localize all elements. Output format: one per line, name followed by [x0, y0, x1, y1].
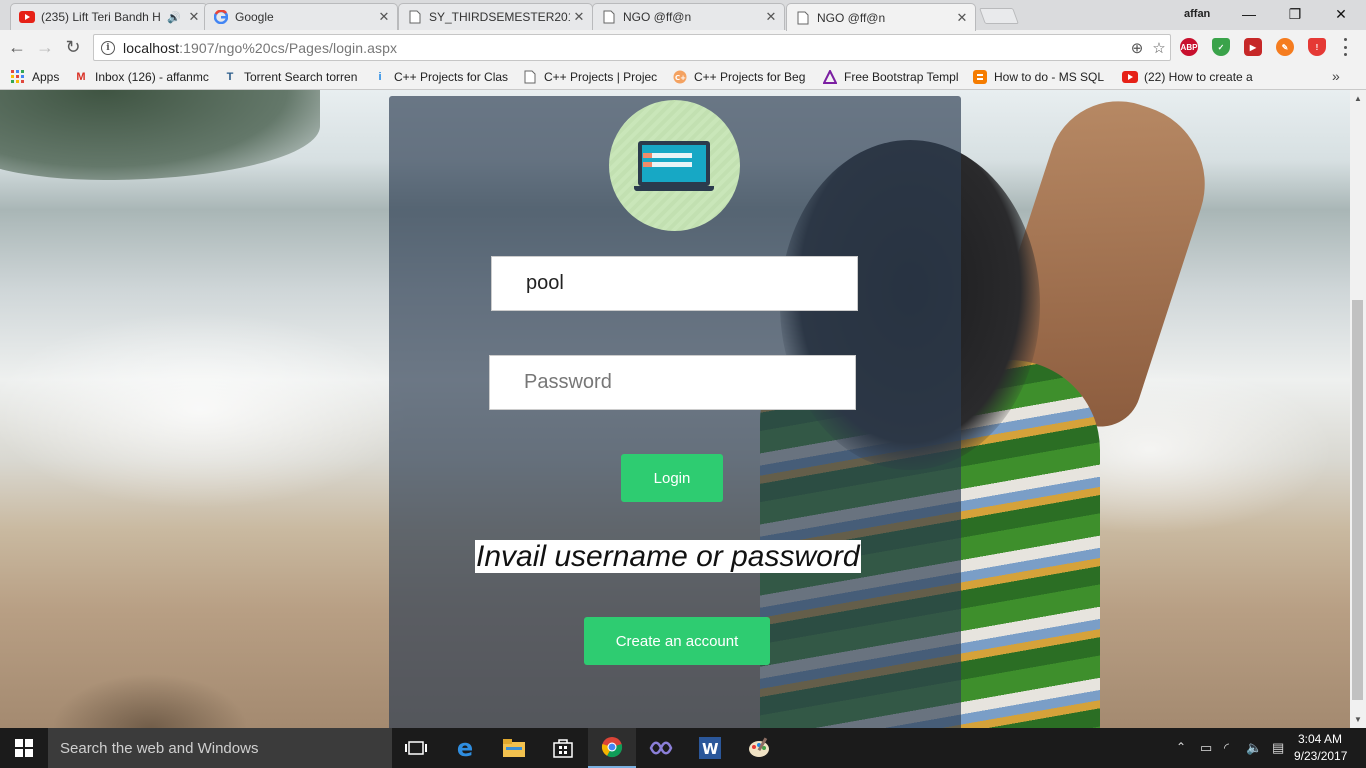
- tray-chevron-icon[interactable]: ⌃: [1176, 740, 1186, 754]
- cpp-site-icon: C+: [672, 69, 688, 85]
- browser-tab-4[interactable]: NGO @ff@n ✕: [592, 3, 785, 30]
- windows-taskbar: Search the web and Windows e W ⌃ ▭ ◜ 🔈 ▤…: [0, 728, 1366, 768]
- paint-icon[interactable]: [735, 728, 783, 768]
- tab-title: NGO @ff@n: [817, 10, 886, 25]
- edge-browser-icon[interactable]: e: [441, 728, 489, 768]
- video-ext-icon[interactable]: ▶: [1244, 38, 1262, 56]
- page-scrollbar[interactable]: ▲ ▼: [1350, 90, 1366, 728]
- zoom-icon[interactable]: ⊕: [1126, 39, 1148, 57]
- menu-dots-icon[interactable]: [1342, 38, 1348, 56]
- bookmark-youtube[interactable]: (22) How to create a: [1122, 68, 1260, 86]
- pencil-ext-icon[interactable]: ✎: [1276, 38, 1294, 56]
- bookmark-mssql[interactable]: How to do - MS SQL: [972, 68, 1110, 86]
- notifications-icon[interactable]: ▤: [1272, 740, 1284, 756]
- minimize-icon[interactable]: —: [1226, 0, 1272, 28]
- url-text[interactable]: localhost:1907/ngo%20cs/Pages/login.aspx: [123, 40, 1126, 56]
- bookmark-cpp-3[interactable]: C+ C++ Projects for Beg: [672, 68, 810, 86]
- new-tab-button[interactable]: [979, 8, 1019, 24]
- word-icon[interactable]: W: [686, 728, 734, 768]
- scroll-up-icon[interactable]: ▲: [1354, 94, 1362, 103]
- page-icon: [795, 10, 811, 26]
- volume-icon[interactable]: 🔈: [1246, 740, 1262, 756]
- scrollbar-thumb[interactable]: [1352, 300, 1363, 700]
- gmail-icon: M: [76, 71, 86, 83]
- bookmark-cpp-1[interactable]: i C++ Projects for Clas: [372, 68, 510, 86]
- bookmarks-overflow-icon[interactable]: »: [1332, 68, 1340, 84]
- bookmark-torrent[interactable]: T Torrent Search torren: [222, 68, 360, 86]
- address-bar[interactable]: i localhost:1907/ngo%20cs/Pages/login.as…: [93, 34, 1171, 61]
- password-field[interactable]: [489, 355, 856, 410]
- close-tab-icon[interactable]: ✕: [762, 9, 780, 25]
- taskbar-search-box[interactable]: Search the web and Windows: [48, 728, 392, 768]
- task-view-icon[interactable]: [392, 728, 440, 768]
- forward-arrow-icon[interactable]: →: [34, 36, 56, 58]
- tab-title: NGO @ff@n: [623, 10, 692, 24]
- close-window-icon[interactable]: ✕: [1318, 0, 1364, 28]
- reload-icon[interactable]: ↻: [62, 36, 84, 58]
- battery-icon[interactable]: ▭: [1200, 740, 1212, 756]
- close-tab-icon[interactable]: ✕: [185, 9, 203, 25]
- bookmark-gmail[interactable]: M Inbox (126) - affanmc: [73, 68, 213, 86]
- browser-tab-1[interactable]: (235) Lift Teri Bandh H 🔊 ✕: [10, 3, 208, 30]
- bootstrap-site-icon: [822, 69, 838, 85]
- profile-name[interactable]: affan: [1184, 8, 1210, 20]
- system-clock[interactable]: 3:04 AM 9/23/2017: [1294, 731, 1347, 765]
- svg-text:C+: C+: [675, 74, 686, 82]
- browser-tab-3[interactable]: SY_THIRDSEMESTER2016 ✕: [398, 3, 593, 30]
- login-button[interactable]: Login: [621, 454, 723, 502]
- bookmark-star-icon[interactable]: ☆: [1148, 39, 1170, 57]
- info-bookmark-icon: i: [378, 71, 382, 83]
- visual-studio-icon[interactable]: [637, 728, 685, 768]
- windows-start-icon[interactable]: [0, 728, 48, 768]
- page-background: Login Invail username or password Create…: [0, 90, 1350, 728]
- close-tab-icon[interactable]: ✕: [953, 10, 971, 26]
- bookmark-cpp-2[interactable]: C++ Projects | Projec: [522, 68, 662, 86]
- file-explorer-icon[interactable]: [490, 728, 538, 768]
- tab-strip: (235) Lift Teri Bandh H 🔊 ✕ Google ✕ SY_…: [0, 0, 1366, 31]
- tab-title: (235) Lift Teri Bandh H: [41, 10, 161, 24]
- info-icon[interactable]: i: [101, 40, 115, 55]
- google-icon: [213, 9, 229, 25]
- browser-tab-5-active[interactable]: NGO @ff@n ✕: [786, 3, 976, 31]
- back-arrow-icon[interactable]: ←: [6, 36, 28, 58]
- speaker-icon[interactable]: 🔊: [167, 11, 181, 24]
- youtube-icon: [1122, 69, 1138, 85]
- brave-shield-icon[interactable]: !: [1308, 38, 1326, 56]
- bookmark-bootstrap[interactable]: Free Bootstrap Templ: [822, 68, 962, 86]
- create-account-button[interactable]: Create an account: [584, 617, 770, 665]
- page-icon: [601, 9, 617, 25]
- username-field[interactable]: [491, 256, 858, 311]
- youtube-icon: [19, 9, 35, 25]
- chrome-icon[interactable]: [588, 728, 636, 768]
- svg-text:W: W: [702, 740, 719, 758]
- bookmark-apps[interactable]: Apps: [10, 68, 59, 86]
- bookmarks-bar: Apps M Inbox (126) - affanmc T Torrent S…: [0, 64, 1366, 90]
- restore-icon[interactable]: ❐: [1272, 0, 1318, 28]
- browser-tab-2[interactable]: Google ✕: [204, 3, 398, 30]
- apps-grid-icon: [10, 69, 26, 85]
- shield-check-icon[interactable]: ✓: [1212, 38, 1230, 56]
- close-tab-icon[interactable]: ✕: [375, 9, 393, 25]
- adblock-icon[interactable]: ABP: [1180, 38, 1198, 56]
- close-tab-icon[interactable]: ✕: [570, 9, 588, 25]
- store-icon[interactable]: [539, 728, 587, 768]
- page-icon: [522, 69, 538, 85]
- page-icon: [407, 9, 423, 25]
- background-hill: [0, 90, 320, 180]
- login-card: Login Invail username or password Create…: [389, 96, 961, 728]
- wifi-icon[interactable]: ◜: [1224, 740, 1229, 756]
- tab-title: Google: [235, 10, 274, 24]
- scroll-down-icon[interactable]: ▼: [1354, 715, 1362, 724]
- blogger-icon: [972, 69, 988, 85]
- error-message: Invail username or password: [475, 540, 861, 573]
- tab-title: SY_THIRDSEMESTER2016: [429, 10, 570, 24]
- torrent-icon: T: [226, 71, 234, 83]
- laptop-avatar-icon: [609, 100, 740, 231]
- browser-toolbar: ← → ↻ i localhost:1907/ngo%20cs/Pages/lo…: [0, 30, 1366, 64]
